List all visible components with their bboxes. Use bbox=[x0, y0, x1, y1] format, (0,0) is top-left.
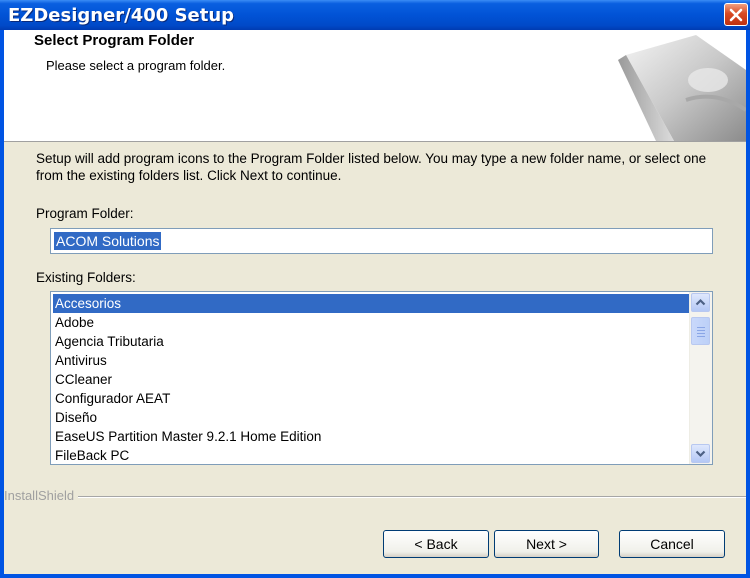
list-item[interactable]: Configurador AEAT bbox=[53, 389, 690, 408]
back-button[interactable]: < Back bbox=[383, 530, 489, 558]
installshield-brand: InstallShield bbox=[4, 488, 79, 503]
vertical-scrollbar[interactable] bbox=[689, 292, 712, 464]
chevron-down-icon bbox=[695, 450, 706, 458]
header-graphic bbox=[618, 35, 746, 141]
list-item[interactable]: FileBack PC bbox=[53, 446, 690, 464]
chevron-up-icon bbox=[695, 298, 706, 306]
window-frame-bottom bbox=[0, 574, 750, 578]
next-button[interactable]: Next > bbox=[494, 530, 599, 558]
thumb-grip bbox=[697, 330, 705, 331]
list-item[interactable]: Accesorios bbox=[53, 294, 690, 313]
scroll-thumb[interactable] bbox=[691, 317, 710, 345]
thumb-grip bbox=[697, 336, 705, 337]
list-item[interactable]: CCleaner bbox=[53, 370, 690, 389]
thumb-grip bbox=[697, 333, 705, 334]
cancel-button[interactable]: Cancel bbox=[619, 530, 725, 558]
program-folder-value: ACOM Solutions bbox=[54, 232, 162, 250]
title-bar[interactable]: EZDesigner/400 Setup bbox=[0, 0, 750, 30]
thumb-grip bbox=[697, 327, 705, 328]
window-title: EZDesigner/400 Setup bbox=[8, 5, 235, 26]
list-item[interactable]: Agencia Tributaria bbox=[53, 332, 690, 351]
program-folder-label: Program Folder: bbox=[36, 206, 134, 221]
header-panel: Select Program Folder Please select a pr… bbox=[4, 30, 746, 142]
list-item[interactable]: Antivirus bbox=[53, 351, 690, 370]
close-icon bbox=[729, 8, 743, 22]
existing-folders-list[interactable]: Accesorios Adobe Agencia Tributaria Anti… bbox=[50, 291, 713, 465]
close-button[interactable] bbox=[724, 3, 748, 26]
separator-line bbox=[4, 496, 746, 498]
list-item[interactable]: Diseño bbox=[53, 408, 690, 427]
page-subtitle: Please select a program folder. bbox=[46, 58, 226, 73]
scroll-up-button[interactable] bbox=[691, 293, 710, 312]
setup-window: EZDesigner/400 Setup Select Program Fold… bbox=[0, 0, 750, 578]
list-item[interactable]: EaseUS Partition Master 9.2.1 Home Editi… bbox=[53, 427, 690, 446]
program-folder-input[interactable]: ACOM Solutions bbox=[50, 228, 713, 254]
list-item[interactable]: Adobe bbox=[53, 313, 690, 332]
window-frame-right bbox=[746, 30, 750, 578]
existing-folders-label: Existing Folders: bbox=[36, 270, 136, 285]
scroll-down-button[interactable] bbox=[691, 444, 710, 463]
intro-text: Setup will add program icons to the Prog… bbox=[36, 151, 707, 183]
page-title: Select Program Folder bbox=[34, 32, 195, 49]
